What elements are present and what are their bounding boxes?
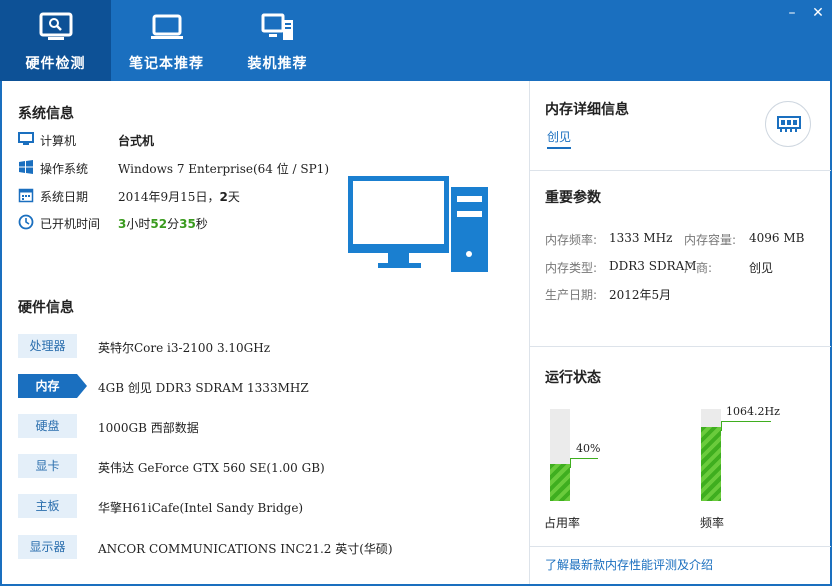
divider — [530, 546, 831, 547]
row-value: 台式机 — [118, 134, 155, 148]
param-value-capacity: 4096 MB — [749, 231, 805, 245]
divider — [530, 346, 831, 347]
calendar-icon — [18, 188, 34, 203]
hw-row-disk: 硬盘 1000GB 西部数据 — [18, 414, 518, 438]
date-text: 2014年9月15日， — [118, 190, 220, 204]
uptime-seconds: 35 — [179, 217, 196, 231]
desktop-build-icon — [261, 13, 293, 40]
hw-tag-cpu[interactable]: 处理器 — [18, 334, 77, 358]
days-count: 2 — [219, 190, 228, 204]
hw-tag-memory[interactable]: 内存 — [18, 374, 87, 398]
hw-tag-gpu[interactable]: 显卡 — [18, 454, 77, 478]
frequency-leader-line — [721, 421, 771, 431]
hw-value: 英特尔Core i3-2100 3.10GHz — [98, 341, 271, 355]
row-label: 系统日期 — [40, 190, 89, 204]
monitor-search-icon — [39, 12, 72, 40]
uptime-value: 3小时52分35秒 — [118, 215, 208, 232]
usage-bar-fill — [550, 464, 570, 501]
param-value-date: 2012年5月 — [609, 288, 672, 302]
row-label: 计算机 — [40, 134, 77, 148]
tab-memory-brand[interactable]: 创见 — [547, 128, 572, 149]
memory-detail-title: 内存详细信息 — [545, 102, 629, 118]
hw-row-memory: 内存 4GB 创见 DDR3 SDRAM 1333MHZ — [18, 374, 518, 398]
frequency-bar — [701, 409, 721, 501]
usage-bar — [550, 409, 570, 501]
hw-row-monitor: 显示器 ANCOR COMMUNICATIONS INC21.2 英寸(华硕) — [18, 535, 518, 559]
row-value: Windows 7 Enterprise(64 位 / SP1) — [118, 162, 330, 176]
hw-value: ANCOR COMMUNICATIONS INC21.2 英寸(华硕) — [98, 542, 393, 556]
divider — [530, 170, 831, 171]
uptime-minutes: 52 — [150, 217, 168, 231]
laptop-icon — [150, 14, 183, 39]
hw-tag-monitor[interactable]: 显示器 — [18, 535, 77, 559]
clock-icon — [18, 214, 34, 230]
tab-hardware-detect[interactable]: 硬件检测 — [0, 0, 111, 81]
param-value-frequency: 1333 MHz — [609, 231, 673, 245]
param-label-date: 生产日期: — [545, 288, 598, 302]
hw-value: 华擎H61iCafe(Intel Sandy Bridge) — [98, 501, 304, 515]
hw-row-gpu: 显卡 英伟达 GeForce GTX 560 SE(1.00 GB) — [18, 454, 518, 478]
usage-value: 40% — [576, 442, 601, 455]
run-status-title: 运行状态 — [545, 370, 601, 386]
tab-label: 硬件检测 — [25, 56, 86, 72]
windows-logo-icon — [19, 160, 33, 174]
hw-row-motherboard: 主板 华擎H61iCafe(Intel Sandy Bridge) — [18, 494, 518, 518]
seconds-unit: 秒 — [195, 217, 208, 231]
tab-desktop-build[interactable]: 装机推荐 — [222, 0, 333, 81]
hw-value: 4GB 创见 DDR3 SDRAM 1333MHZ — [98, 381, 309, 395]
system-info-row-computer: 计算机 台式机 — [18, 130, 518, 150]
computer-icon — [18, 132, 34, 145]
param-value-maker: 创见 — [749, 261, 774, 275]
hw-row-cpu: 处理器 英特尔Core i3-2100 3.10GHz — [18, 334, 518, 358]
usage-label: 占用率 — [544, 516, 581, 530]
frequency-bar-fill — [701, 427, 721, 501]
param-label-maker: 厂商: — [684, 261, 713, 275]
system-info-row-os: 操作系统 Windows 7 Enterprise(64 位 / SP1) — [18, 158, 518, 178]
frequency-value: 1064.2Hz — [726, 405, 780, 418]
usage-leader-line — [570, 458, 598, 468]
tab-laptop-recommend[interactable]: 笔记本推荐 — [111, 0, 222, 81]
hw-tag-motherboard[interactable]: 主板 — [18, 494, 77, 518]
ram-icon — [777, 116, 801, 132]
param-label-frequency: 内存频率: — [545, 233, 598, 247]
frequency-label: 频率 — [700, 516, 725, 530]
row-label: 操作系统 — [40, 162, 89, 176]
row-label: 已开机时间 — [40, 217, 101, 231]
hw-value: 1000GB 西部数据 — [98, 421, 199, 435]
system-info-title: 系统信息 — [18, 106, 74, 122]
hw-tag-disk[interactable]: 硬盘 — [18, 414, 77, 438]
hw-value: 英伟达 GeForce GTX 560 SE(1.00 GB) — [98, 461, 325, 475]
tab-label: 装机推荐 — [247, 56, 308, 72]
hours-unit: 小时 — [126, 217, 151, 231]
row-value: 2014年9月15日，2天 — [118, 188, 240, 205]
minimize-button[interactable]: – — [782, 4, 802, 24]
params-title: 重要参数 — [545, 190, 601, 206]
minutes-unit: 分 — [167, 217, 180, 231]
ram-info-button[interactable] — [765, 101, 811, 147]
param-label-type: 内存类型: — [545, 261, 598, 275]
desktop-pc-illustration — [348, 176, 488, 272]
tab-label: 笔记本推荐 — [129, 56, 204, 72]
param-label-capacity: 内存容量: — [684, 233, 737, 247]
hardware-info-title: 硬件信息 — [18, 300, 74, 316]
close-button[interactable]: ✕ — [808, 4, 828, 24]
top-nav-bar: 硬件检测 笔记本推荐 装机推荐 – ✕ — [0, 0, 832, 81]
days-unit: 天 — [227, 190, 240, 204]
window-border-left — [0, 81, 2, 586]
memory-review-link[interactable]: 了解最新款内存性能评测及介绍 — [545, 556, 713, 573]
memory-detail-panel: 内存详细信息 创见 重要参数 内存频率: 1333 MHz 内存容量: 4096… — [529, 81, 831, 584]
